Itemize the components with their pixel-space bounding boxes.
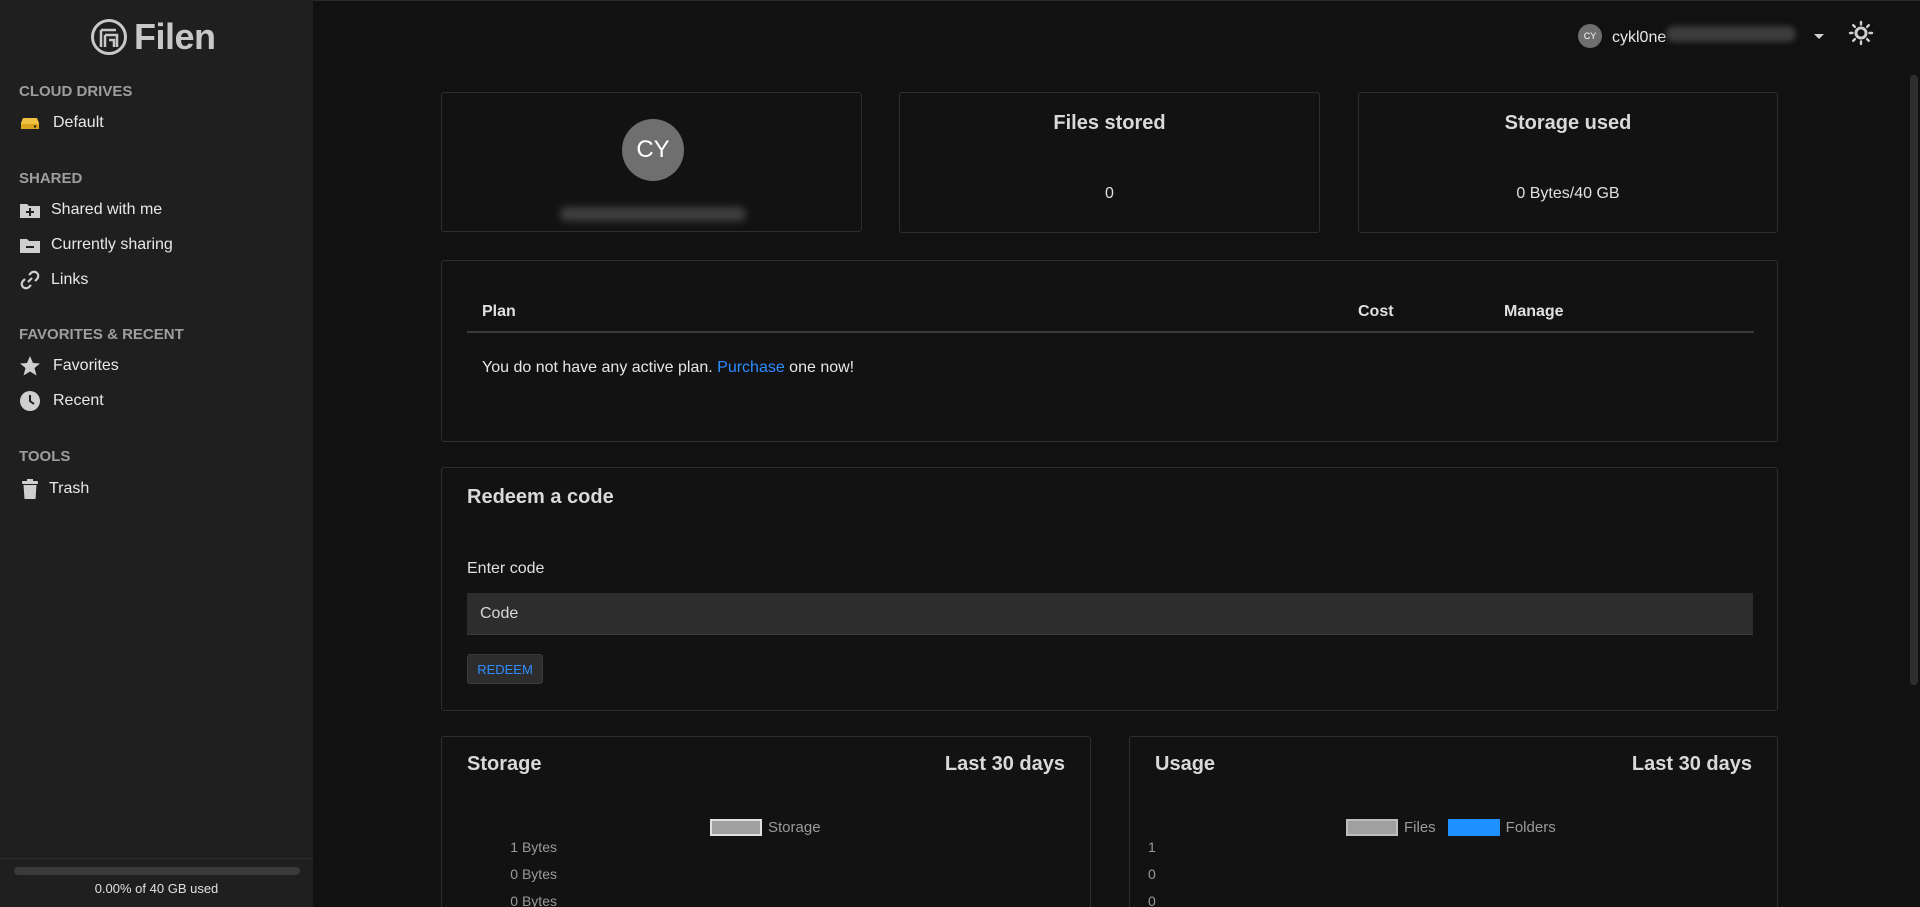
profile-email-redacted [560,207,746,221]
filen-logo-icon [91,19,127,55]
redeem-button[interactable]: REDEEM [467,654,543,684]
trash-icon [22,479,38,499]
storage-usage-text: 0.00% of 40 GB used [94,881,219,896]
no-plan-message: You do not have any active plan. Purchas… [482,359,854,377]
sidebar-item-label: Shared with me [51,201,163,218]
storage-usage-bar [14,867,300,875]
star-icon [20,356,40,376]
section-tools: TOOLS [19,448,71,465]
topbar-border [313,0,1920,1]
sidebar-item-shared-with-me[interactable]: Shared with me [19,197,162,223]
username-label: cykl0ne [1612,25,1797,47]
usage-y-tick: 0 [1148,893,1156,907]
sidebar-item-label: Currently sharing [51,236,173,253]
no-plan-text: You do not have any active plan. [482,359,718,376]
no-plan-text-end: one now! [784,359,855,376]
usage-chart-card: Usage Last 30 days Files Folders 1 0 0 [1129,736,1778,907]
storage-legend-swatch [710,819,762,836]
storage-chart-legend: Storage [710,819,821,836]
sun-icon [1848,20,1874,46]
storage-used-title: Storage used [1504,112,1632,134]
redeem-card: Redeem a code Enter code REDEEM [441,467,1778,711]
folder-minus-icon [20,239,40,253]
cost-column-header: Cost [1358,303,1394,320]
sidebar-item-label: Favorites [53,357,119,374]
sidebar-item-label: Default [53,114,104,131]
files-stored-value: 0 [1105,185,1114,202]
sidebar-item-recent[interactable]: Recent [19,388,104,414]
storage-used-value: 0 Bytes/40 GB [1516,185,1620,202]
chevron-down-icon [1814,33,1825,39]
storage-chart-card: Storage Last 30 days Storage 1 Bytes 0 B… [441,736,1091,907]
folder-plus-icon [20,204,40,218]
sidebar-item-label: Trash [49,480,90,497]
folders-legend-label: Folders [1505,819,1556,836]
sidebar: Filen CLOUD DRIVES Default SHARED Shared… [0,0,313,907]
storage-legend-label: Storage [768,819,821,836]
files-legend-swatch [1346,819,1398,836]
folders-legend-swatch [1447,819,1500,836]
section-favorites-recent: FAVORITES & RECENT [19,326,184,343]
app-root: Filen CLOUD DRIVES Default SHARED Shared… [0,0,1920,907]
storage-y-tick: 0 Bytes [510,866,557,882]
storage-y-tick: 1 Bytes [510,839,557,855]
theme-toggle-button[interactable] [1848,20,1874,46]
username-redacted [1666,25,1797,42]
sidebar-item-currently-sharing[interactable]: Currently sharing [19,232,173,258]
sidebar-divider [0,858,313,859]
files-legend-label: Files [1404,819,1436,836]
logo-text: Filen [134,16,216,57]
sidebar-item-favorites[interactable]: Favorites [19,353,119,379]
sidebar-item-links[interactable]: Links [19,267,88,293]
sidebar-item-default[interactable]: Default [19,110,104,136]
storage-used-card: Storage used 0 Bytes/40 GB [1358,92,1778,233]
profile-card: CY [441,92,862,232]
hard-drive-icon [21,118,39,129]
filen-logo[interactable]: Filen [90,16,216,58]
usage-chart-range[interactable]: Last 30 days [1632,753,1752,776]
usage-y-tick: 0 [1148,866,1156,882]
sidebar-item-trash[interactable]: Trash [19,476,89,502]
link-icon [20,270,40,290]
page-scrollbar[interactable] [1910,75,1918,685]
clock-icon [20,391,40,411]
plan-column-header: Plan [482,303,516,320]
sidebar-item-label: Links [51,271,89,288]
redeem-title: Redeem a code [467,486,614,508]
user-menu-button[interactable]: CY cykl0ne [1578,24,1825,48]
usage-chart-legend: Files Folders [1346,819,1556,836]
files-stored-card: Files stored 0 [899,92,1320,233]
storage-chart-title: Storage [467,753,542,775]
code-field-label: Enter code [467,560,545,577]
storage-y-tick: 0 Bytes [510,893,557,907]
code-input[interactable] [467,593,1753,635]
plan-table-header: Plan Cost Manage [467,303,1754,333]
user-avatar: CY [1578,24,1602,48]
usage-y-tick: 1 [1148,839,1156,855]
files-stored-title: Files stored [1053,112,1166,134]
sidebar-item-label: Recent [53,392,104,409]
profile-avatar[interactable]: CY [622,119,684,181]
storage-chart-range[interactable]: Last 30 days [945,753,1065,776]
purchase-link[interactable]: Purchase [717,359,785,376]
plan-card: Plan Cost Manage You do not have any act… [441,260,1778,442]
manage-column-header: Manage [1504,303,1564,320]
usage-chart-title: Usage [1155,753,1216,775]
section-cloud-drives: CLOUD DRIVES [19,83,133,100]
username-text: cykl0ne [1612,28,1667,46]
section-shared: SHARED [19,170,83,187]
